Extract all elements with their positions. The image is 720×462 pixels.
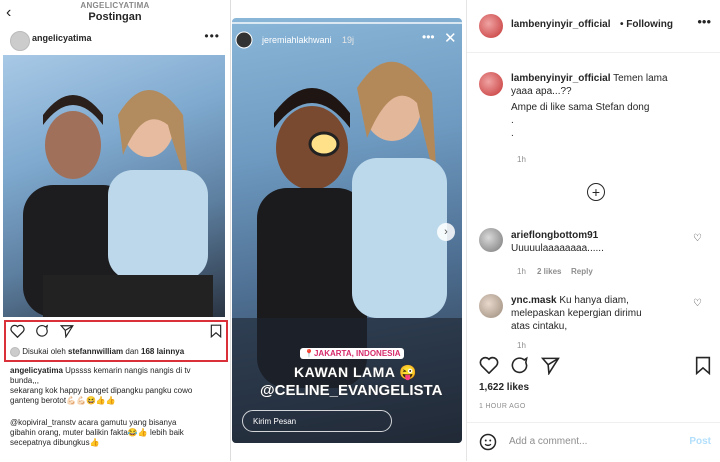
comment-icon[interactable] <box>510 356 529 375</box>
post-actions <box>477 356 717 376</box>
comment-line1: acara gamutu yang bisanya <box>78 418 177 427</box>
caption-avatar[interactable] <box>479 72 503 96</box>
post-photo[interactable] <box>3 55 225 317</box>
caption: lambenyinyir_official Temen lama <box>511 73 701 86</box>
liker-avatar <box>10 347 20 357</box>
liked-by-mid: dan <box>125 347 139 357</box>
comment-avatar[interactable] <box>479 228 503 252</box>
comment-2-line1: Ku hanya diam, <box>559 295 629 306</box>
comment-like-icon[interactable]: ♡ <box>693 233 702 244</box>
comment-1-text: Uuuuulaaaaaaaa...... <box>511 243 604 254</box>
comment: @kopiviral_transtv acara gamutu yang bis… <box>10 418 222 428</box>
comment-1-likes[interactable]: 2 likes <box>537 267 561 276</box>
profile-username: ANGELICYATIMA <box>80 1 150 10</box>
post-time: 1 HOUR AGO <box>479 403 526 410</box>
comment-2-line2: melepaskan kepergian dirimu <box>511 308 642 319</box>
liked-by-user[interactable]: stefannwilliam <box>68 347 123 356</box>
comment-2-time: 1h <box>517 341 526 350</box>
avatar[interactable] <box>10 31 30 51</box>
add-comment-bar: Add a comment... Post <box>467 422 720 462</box>
close-icon[interactable]: ✕ <box>444 29 457 47</box>
caption-time: 1h <box>517 155 526 164</box>
story-reply-input[interactable]: Kirim Pesan <box>242 410 392 432</box>
likes-count[interactable]: 1,622 likes <box>479 382 529 393</box>
heart-icon[interactable] <box>479 356 499 374</box>
caption-user[interactable]: angelicyatima <box>10 366 63 375</box>
header-username[interactable]: lambenyinyir_official <box>511 19 610 30</box>
comment-user[interactable]: ync.mask <box>511 295 557 306</box>
comment-line2: gibahin orang, muter balikin fakta😂👍 leb… <box>10 428 184 437</box>
comment-like-icon[interactable]: ♡ <box>693 298 702 309</box>
story-time: 19j <box>342 35 355 45</box>
bookmark-icon[interactable] <box>210 324 222 338</box>
post-photo-figures <box>23 90 213 317</box>
post-author[interactable]: angelicyatima <box>32 33 92 43</box>
comment-1: arieflongbottom91 <box>511 230 701 243</box>
caption-line3: sekarang kok happy banget dipangku pangk… <box>10 386 193 395</box>
caption-line2: bunda,,, <box>10 376 39 385</box>
screen-title: Postingan <box>88 11 142 23</box>
caption-line4: ganteng berotot💪🏻💪🏻😆👍👍 <box>10 396 116 405</box>
load-more-icon[interactable]: + <box>587 183 605 201</box>
more-options-icon[interactable]: ••• <box>204 29 220 43</box>
comment-2: ync.mask Ku hanya diam, <box>511 295 701 308</box>
caption: angelicyatima Upssss kemarin nangis nang… <box>10 366 222 376</box>
post-topbar: ‹ ANGELICYATIMA Postingan <box>0 0 230 26</box>
comment-1-time: 1h <box>517 267 526 276</box>
liked-by-text: Disukai oleh stefannwilliam dan 168 lain… <box>10 347 184 357</box>
post-button[interactable]: Post <box>689 436 711 447</box>
story-panel[interactable]: jeremiahlakhwani 19j ••• ✕ › 📍JAKARTA, I… <box>232 18 462 443</box>
location-sticker[interactable]: 📍JAKARTA, INDONESIA <box>300 348 405 359</box>
avatar[interactable] <box>479 14 503 38</box>
more-options-icon[interactable]: ••• <box>422 30 435 44</box>
bookmark-icon[interactable] <box>695 356 711 375</box>
share-icon[interactable] <box>541 356 560 375</box>
share-icon[interactable] <box>60 324 74 338</box>
caption-line3: Ampe di like sama Stefan dong <box>511 102 650 113</box>
story-mention[interactable]: @CELINE_EVANGELISTA <box>260 382 442 399</box>
more-options-icon[interactable]: ••• <box>697 14 711 29</box>
comment-user[interactable]: arieflongbottom91 <box>511 230 598 241</box>
caption-line1: Upssss kemarin nangis nangis di tv <box>65 366 191 375</box>
comment-avatar[interactable] <box>479 294 503 318</box>
chevron-right-icon[interactable]: › <box>437 223 455 241</box>
post-header: lambenyinyir_official • Following ••• <box>467 0 720 53</box>
emoji-icon[interactable] <box>479 433 497 451</box>
comments-panel: lambenyinyir_official • Following ••• la… <box>466 0 720 461</box>
caption-user[interactable]: lambenyinyir_official <box>511 73 610 84</box>
story-text: KAWAN LAMA 😜 <box>294 364 418 380</box>
liked-by-count[interactable]: 168 lainnya <box>141 347 184 356</box>
caption-line1: Temen lama <box>613 73 668 84</box>
post-actions <box>8 322 226 342</box>
comment-1-reply[interactable]: Reply <box>571 267 593 276</box>
post-header: angelicyatima ••• <box>0 28 230 52</box>
following-status[interactable]: • Following <box>620 19 673 30</box>
comment-icon[interactable] <box>35 324 49 338</box>
comment-line3: secepatnya dibungkus👍 <box>10 438 100 447</box>
story-username[interactable]: jeremiahlakhwani <box>262 35 332 45</box>
caption-line5: . <box>511 128 514 139</box>
liked-by-prefix: Disukai oleh <box>22 347 66 357</box>
caption-line2: yaaa apa...?? <box>511 86 572 97</box>
comment-2-line3: atas cintaku, <box>511 321 568 332</box>
heart-icon[interactable] <box>10 324 25 338</box>
left-post-panel: ‹ ANGELICYATIMA Postingan angelicyatima … <box>0 0 231 461</box>
caption-line4: . <box>511 115 514 126</box>
add-comment-input[interactable]: Add a comment... <box>509 436 587 447</box>
comment-user[interactable]: @kopiviral_transtv <box>10 418 76 427</box>
